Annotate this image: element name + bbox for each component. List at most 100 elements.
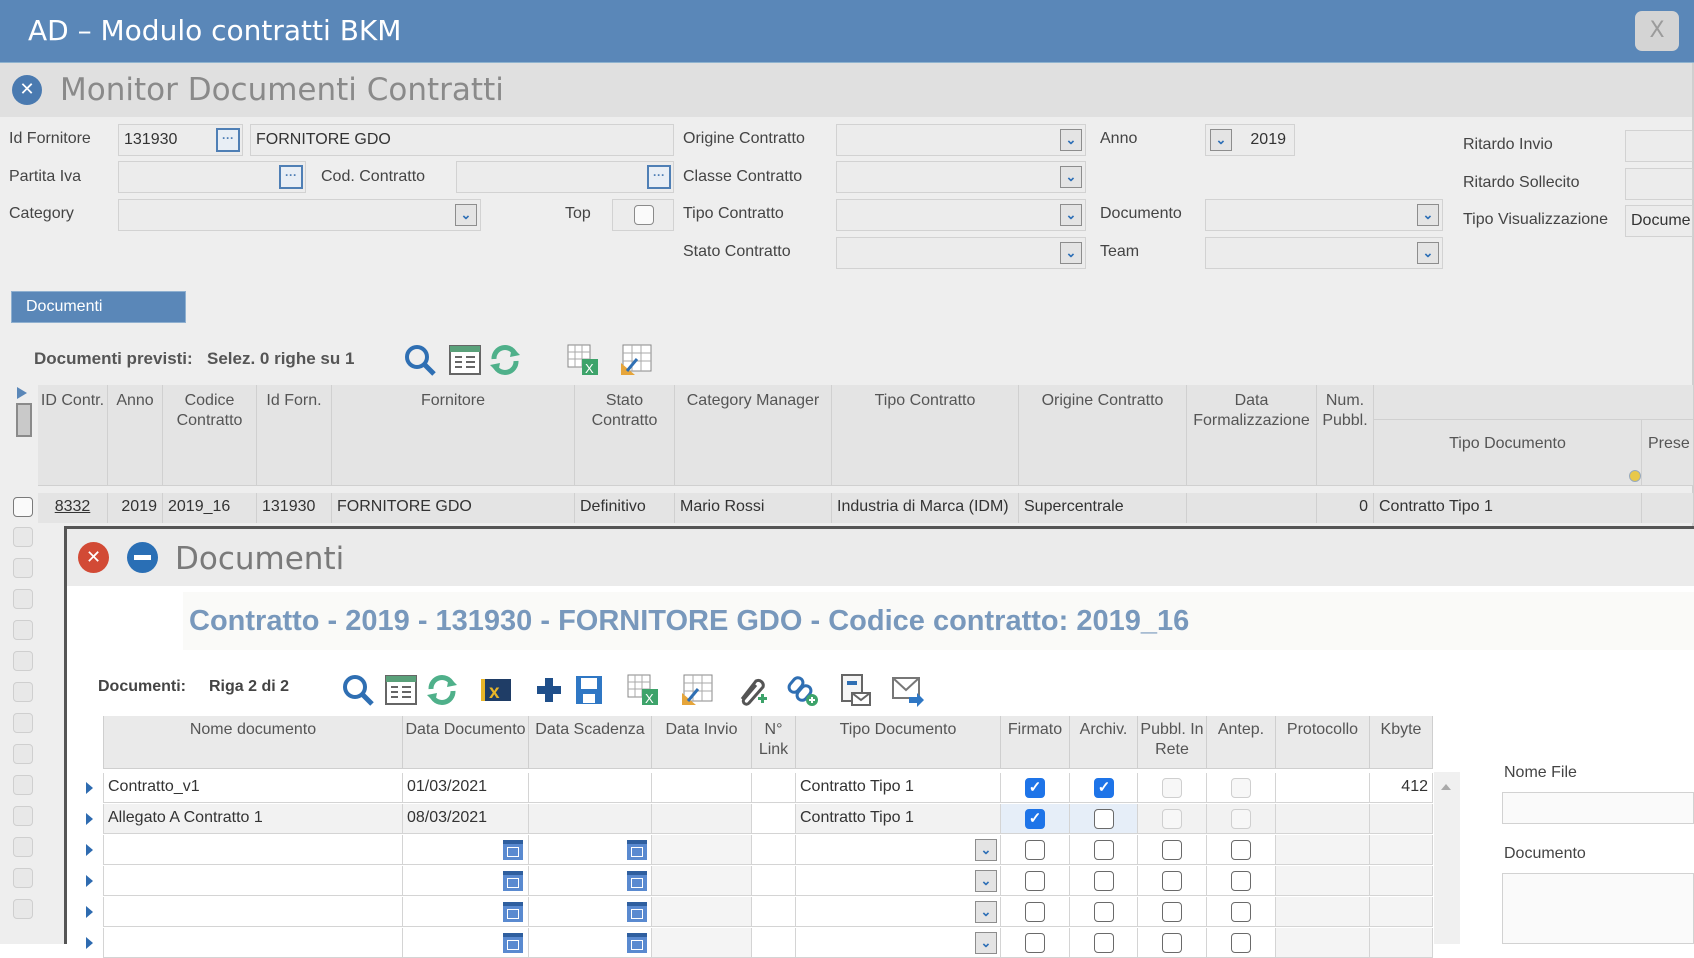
stato-contratto-select[interactable] xyxy=(836,237,1086,269)
ritardo-invio-field[interactable] xyxy=(1625,130,1693,162)
empty-cell[interactable] xyxy=(652,866,752,896)
search-icon[interactable] xyxy=(341,673,375,707)
col-header-anno[interactable]: Anno xyxy=(108,385,163,486)
calendar-icon[interactable] xyxy=(503,871,523,891)
cod-contratto-field[interactable] xyxy=(456,161,674,193)
grid-view-icon[interactable] xyxy=(384,673,418,707)
cod-contratto-lookup-button[interactable]: ··· xyxy=(647,165,671,189)
antep-checkbox[interactable] xyxy=(1231,778,1251,798)
col-header-data-formalizzazione[interactable]: Data Formalizzazione xyxy=(1187,385,1317,486)
cell-n-link[interactable] xyxy=(752,773,796,803)
tipo-visualizzazione-select[interactable]: Docume xyxy=(1625,205,1693,237)
empty-cell[interactable] xyxy=(796,928,1001,958)
top-checkbox[interactable] xyxy=(634,205,654,225)
partita-iva-lookup-button[interactable]: ··· xyxy=(279,165,303,189)
cell-n-link[interactable] xyxy=(752,804,796,834)
add-icon[interactable] xyxy=(532,673,566,707)
row-select-checkbox[interactable] xyxy=(13,775,33,795)
tab-documenti[interactable]: Documenti xyxy=(11,291,186,323)
row-checkbox[interactable] xyxy=(1025,871,1045,891)
expand-arrow-icon[interactable] xyxy=(17,387,27,399)
row-select-checkbox[interactable] xyxy=(13,558,33,578)
chevron-down-icon[interactable]: ⌄ xyxy=(975,932,997,954)
calendar-icon[interactable] xyxy=(627,871,647,891)
col-header-tipo-documento[interactable]: Tipo Documento xyxy=(1374,420,1642,486)
popup-close-icon[interactable]: ✕ xyxy=(78,542,109,573)
row-select-checkbox[interactable] xyxy=(13,527,33,547)
col-header-id-contr[interactable]: ID Contr. xyxy=(38,385,108,486)
cell-tipo-documento[interactable]: Contratto Tipo 1 xyxy=(796,804,1001,834)
row-select-checkbox[interactable] xyxy=(13,713,33,733)
empty-cell[interactable] xyxy=(1276,897,1370,927)
chevron-down-icon[interactable]: ⌄ xyxy=(1210,129,1232,151)
origine-contratto-select[interactable] xyxy=(836,124,1086,156)
chevron-down-icon[interactable]: ⌄ xyxy=(1060,204,1082,226)
select-all-checkbox[interactable] xyxy=(16,403,32,437)
row-select-checkbox[interactable] xyxy=(13,651,33,671)
col-header-kbyte[interactable]: Kbyte xyxy=(1370,716,1433,769)
cell-data-scadenza[interactable] xyxy=(529,804,652,834)
empty-cell[interactable] xyxy=(103,835,403,865)
row-checkbox[interactable] xyxy=(1231,840,1251,860)
col-header-num-pubbl[interactable]: Num. Pubbl. xyxy=(1317,385,1374,486)
calendar-icon[interactable] xyxy=(627,902,647,922)
chevron-down-icon[interactable]: ⌄ xyxy=(1060,129,1082,151)
col-header-tipo-documento[interactable]: Tipo Documento xyxy=(796,716,1001,769)
scroll-up-arrow-icon[interactable] xyxy=(1441,784,1451,790)
cell-tipo-documento[interactable]: Contratto Tipo 1 xyxy=(796,773,1001,803)
empty-cell[interactable] xyxy=(796,835,1001,865)
grid-scrollbar[interactable] xyxy=(1434,772,1460,944)
documento-panel-field[interactable] xyxy=(1502,873,1694,944)
row-checkbox[interactable] xyxy=(1231,933,1251,953)
tipo-contratto-select[interactable] xyxy=(836,199,1086,231)
popup-minimize-icon[interactable] xyxy=(127,542,158,573)
refresh-icon[interactable] xyxy=(425,673,459,707)
col-header-data-scadenza[interactable]: Data Scadenza xyxy=(529,716,652,769)
cell-nome-documento[interactable]: Allegato A Contratto 1 xyxy=(103,804,403,834)
col-header-nome-documento[interactable]: Nome documento xyxy=(103,716,403,769)
refresh-icon[interactable] xyxy=(488,343,522,377)
team-select[interactable] xyxy=(1205,237,1443,269)
row-checkbox[interactable] xyxy=(1025,902,1045,922)
empty-cell[interactable] xyxy=(752,835,796,865)
row-checkbox[interactable] xyxy=(1025,933,1045,953)
col-header-category-manager[interactable]: Category Manager xyxy=(675,385,832,486)
empty-cell[interactable] xyxy=(103,897,403,927)
clear-filter-icon[interactable]: x xyxy=(479,673,513,707)
chevron-down-icon[interactable]: ⌄ xyxy=(1417,242,1439,264)
row-select-checkbox[interactable] xyxy=(13,744,33,764)
empty-cell[interactable] xyxy=(752,897,796,927)
empty-cell[interactable] xyxy=(103,928,403,958)
col-header-id-forn[interactable]: Id Forn. xyxy=(257,385,332,486)
classe-contratto-select[interactable] xyxy=(836,161,1086,193)
col-header-protocollo[interactable]: Protocollo xyxy=(1276,716,1370,769)
chevron-down-icon[interactable]: ⌄ xyxy=(1060,242,1082,264)
col-header-antep[interactable]: Antep. xyxy=(1207,716,1276,769)
chevron-down-icon[interactable]: ⌄ xyxy=(455,204,477,226)
empty-cell[interactable] xyxy=(1370,897,1433,927)
empty-cell[interactable] xyxy=(1276,928,1370,958)
cell-id-contr-link[interactable]: 8332 xyxy=(38,493,108,523)
empty-cell[interactable] xyxy=(652,897,752,927)
nome-file-field[interactable] xyxy=(1502,792,1694,824)
cell-data-documento[interactable]: 01/03/2021 xyxy=(403,773,529,803)
empty-cell[interactable] xyxy=(796,897,1001,927)
row-select-checkbox[interactable] xyxy=(13,682,33,702)
add-link-icon[interactable] xyxy=(785,673,819,707)
empty-cell[interactable] xyxy=(1370,835,1433,865)
export-excel-icon[interactable]: X xyxy=(626,673,660,707)
row-checkbox[interactable] xyxy=(1162,902,1182,922)
row-select-checkbox[interactable] xyxy=(13,497,33,517)
col-header-codice-contratto[interactable]: Codice Contratto xyxy=(163,385,257,486)
empty-cell[interactable] xyxy=(796,866,1001,896)
pubbl-checkbox[interactable] xyxy=(1162,809,1182,829)
row-checkbox[interactable] xyxy=(1094,871,1114,891)
antep-checkbox[interactable] xyxy=(1231,809,1251,829)
empty-cell[interactable] xyxy=(1276,835,1370,865)
calendar-icon[interactable] xyxy=(503,933,523,953)
partita-iva-field[interactable] xyxy=(118,161,306,193)
calendar-icon[interactable] xyxy=(503,902,523,922)
row-checkbox[interactable] xyxy=(1231,902,1251,922)
col-header-stato-contratto[interactable]: Stato Contratto xyxy=(575,385,675,486)
col-header-pubbl-in-rete[interactable]: Pubbl. In Rete xyxy=(1138,716,1207,769)
